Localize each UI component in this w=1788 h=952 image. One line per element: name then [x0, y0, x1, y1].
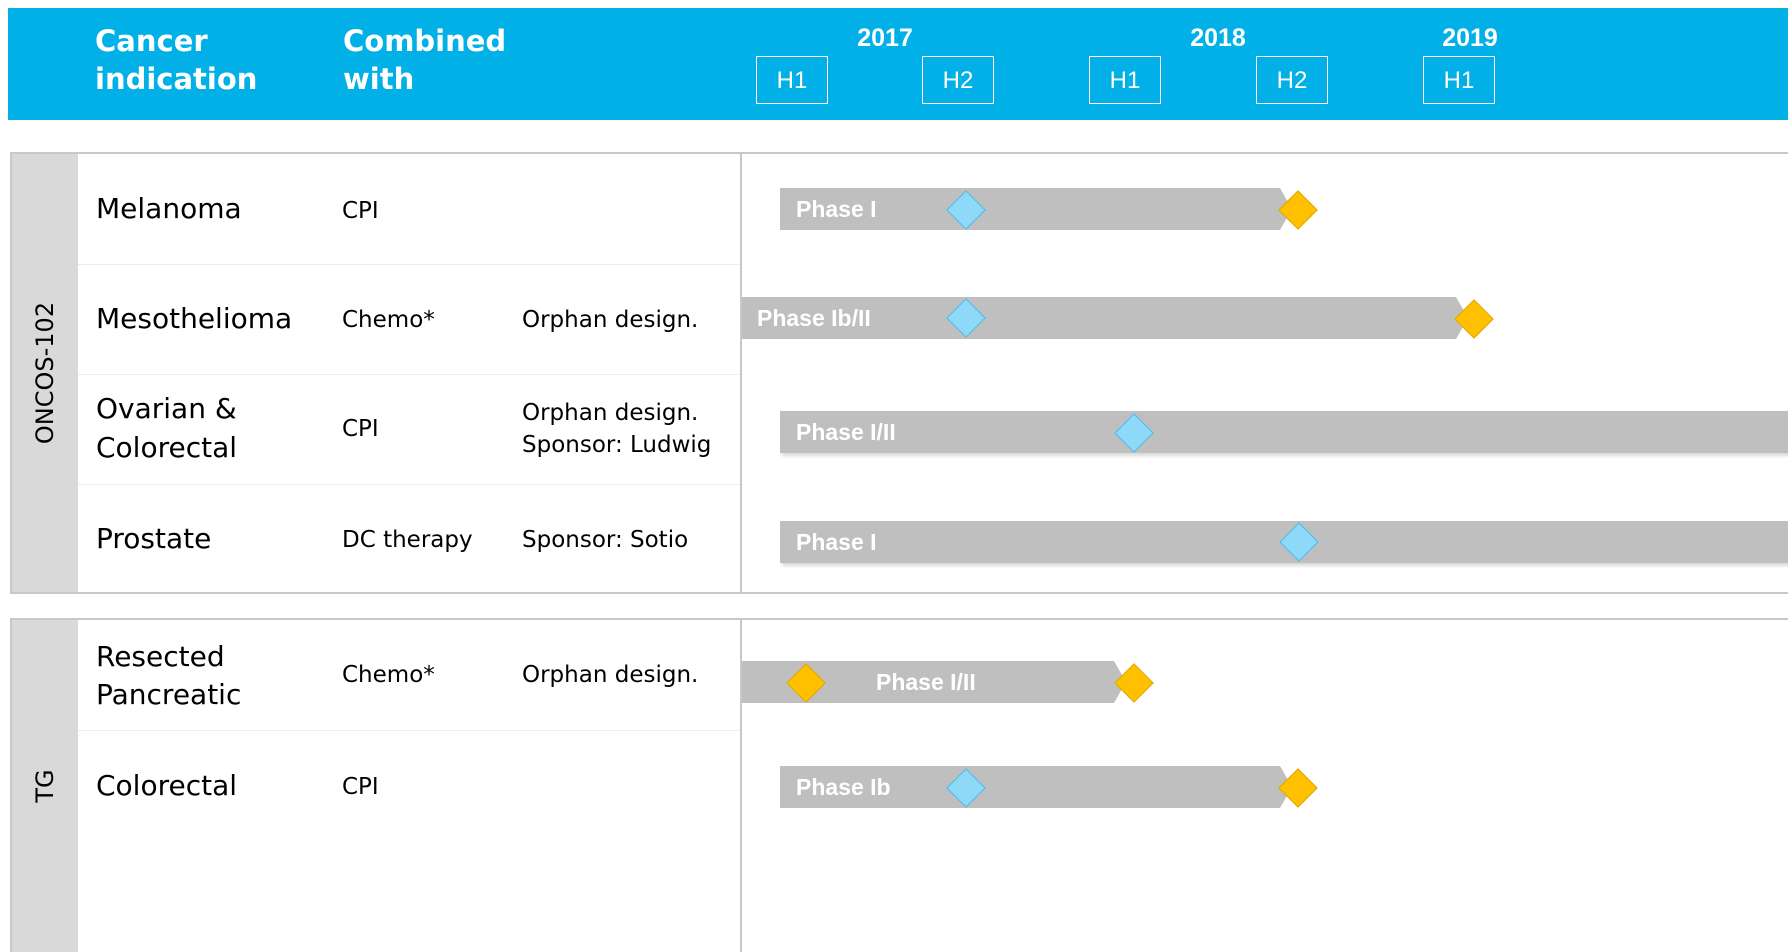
- indication-colorectal: Colorectal: [96, 769, 238, 802]
- phase-label-pancreatic: Phase I/II: [876, 669, 976, 695]
- indication-prostate: Prostate: [96, 522, 212, 555]
- half-2017-h1: H1: [756, 56, 828, 104]
- note-prostate: Sponsor: Sotio: [522, 527, 689, 553]
- group-name-tg: TG: [31, 769, 59, 803]
- combined-melanoma: CPI: [342, 198, 379, 224]
- table-divider: [740, 618, 742, 952]
- phase-bar-ovarian: [780, 411, 1788, 453]
- header-combined-with: Combined with: [343, 24, 507, 96]
- half-2018-h2: H2: [1256, 56, 1328, 104]
- combined-ovarian: CPI: [342, 416, 379, 442]
- row-separator: [78, 730, 740, 731]
- year-2018: 2018: [1190, 24, 1246, 52]
- year-2019: 2019: [1442, 24, 1498, 52]
- phase-label-ovarian: Phase I/II: [796, 419, 896, 445]
- half-2019-h1: H1: [1423, 56, 1495, 104]
- row-separator: [78, 484, 740, 485]
- indication-ovarian-line2: Colorectal: [96, 431, 238, 464]
- combined-pancreatic: Chemo*: [342, 662, 435, 688]
- combined-colorectal: CPI: [342, 774, 379, 800]
- note-ovarian-line1: Orphan design.: [522, 400, 699, 426]
- phase-label-melanoma: Phase I: [796, 196, 877, 222]
- phase-label-prostate: Phase I: [796, 529, 877, 555]
- combined-mesothelioma: Chemo*: [342, 307, 435, 333]
- phase-label-mesothelioma: Phase Ib/II: [757, 305, 871, 331]
- half-2017-h2: H2: [922, 56, 994, 104]
- row-separator: [78, 374, 740, 375]
- indication-pancreatic-line2: Pancreatic: [96, 678, 242, 711]
- half-2018-h1: H1: [1089, 56, 1161, 104]
- indication-pancreatic-line1: Resected: [96, 640, 225, 673]
- timeline-header: Cancer indication Combined with 2017 2018 …: [8, 8, 1788, 120]
- phase-label-colorectal: Phase Ib: [796, 774, 891, 800]
- group-label-oncos-102: ONCOS-102: [12, 154, 78, 592]
- note-mesothelioma: Orphan design.: [522, 307, 699, 333]
- indication-melanoma: Melanoma: [96, 192, 242, 225]
- indication-ovarian-line1: Ovarian &: [96, 392, 237, 425]
- year-2017: 2017: [857, 24, 913, 52]
- note-ovarian-line2: Sponsor: Ludwig: [522, 432, 712, 458]
- group-label-tg: TG: [12, 620, 78, 952]
- indication-mesothelioma: Mesothelioma: [96, 302, 293, 335]
- group-name-oncos-102: ONCOS-102: [31, 301, 59, 445]
- note-pancreatic: Orphan design.: [522, 662, 699, 688]
- header-cancer-indication: Cancer indication: [95, 24, 258, 96]
- combined-prostate: DC therapy: [342, 527, 473, 553]
- table-divider: [740, 152, 742, 594]
- row-separator: [78, 264, 740, 265]
